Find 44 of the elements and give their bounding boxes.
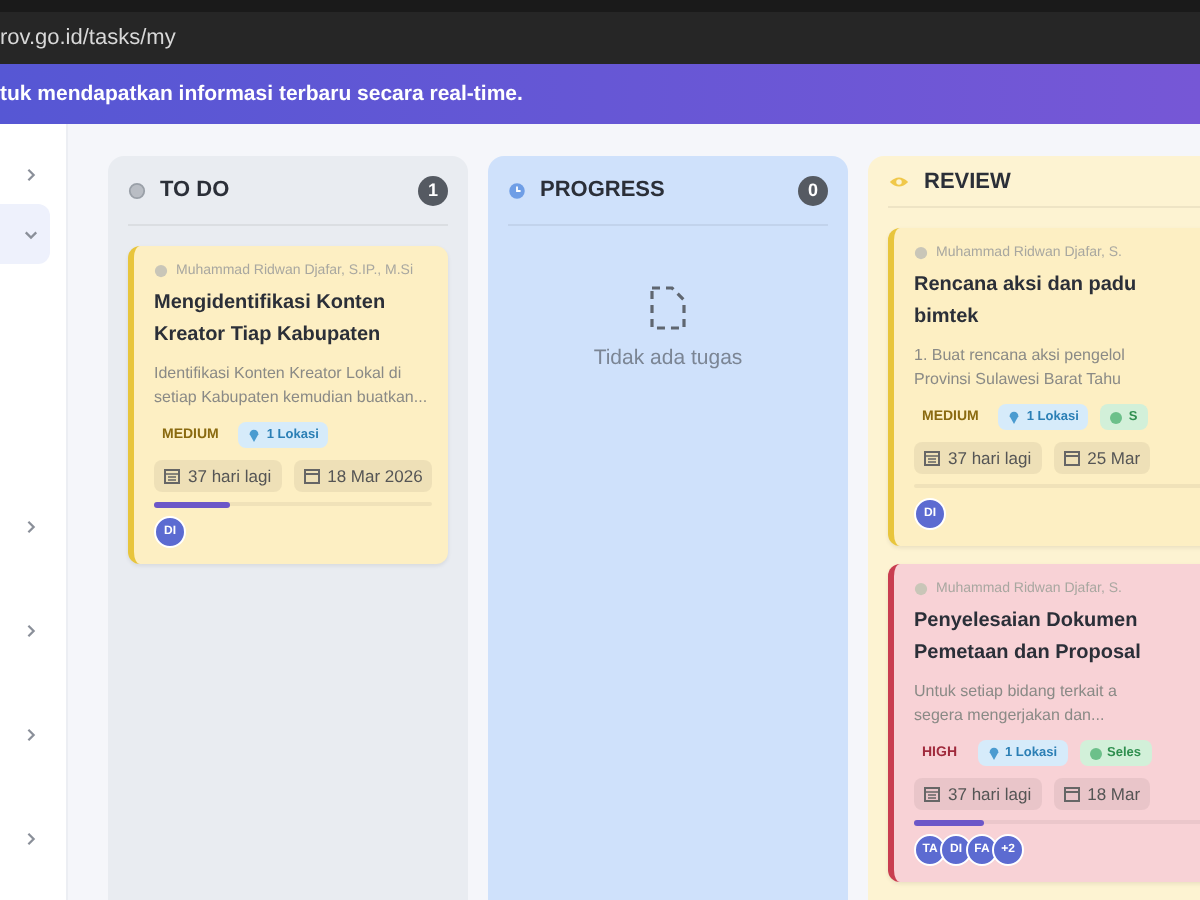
calendar-icon [1063,786,1080,802]
count-badge: 1 [418,175,448,205]
count-badge: 0 [798,175,828,205]
banner-text: tuk mendapatkan informasi terbaru secara real-time. [0,82,523,106]
chevron-right-icon[interactable] [24,167,38,181]
pin-icon [248,428,261,442]
task-title: Mengidentifikasi Konten Kreator Tiap Kabupaten [154,290,388,350]
empty-state-text: Tidak ada tugas [593,346,743,370]
calendar-icon [164,468,180,484]
due-date-chip: 18 Mar 2026 [293,460,433,492]
user-icon [154,264,168,278]
chevron-right-icon[interactable] [24,623,38,637]
calendar-icon [303,468,320,484]
check-circle-icon [1110,411,1123,423]
column-title: PROGRESS [540,178,667,202]
user-icon [914,246,928,260]
due-date-chip: 18 Mar [1053,778,1151,810]
empty-document-icon [650,286,686,330]
column-title: TO DO [160,178,232,202]
circle-icon [128,181,146,199]
days-left-chip: 37 hari lagi [914,778,1042,810]
address-bar-url[interactable]: rov.go.id/tasks/my [0,26,176,50]
days-left-chip: 37 hari lagi [914,442,1042,474]
calendar-icon [1063,450,1080,466]
user-icon [914,582,928,596]
task-description: 1. Buat rencana aksi pengelol Provinsi Sulawesi Barat Tahu [914,344,1127,392]
chevron-right-icon[interactable] [24,831,38,845]
calendar-icon [924,450,940,466]
pin-icon [1008,410,1021,424]
check-circle-icon [1089,747,1102,759]
pin-icon [987,746,999,760]
task-title: Rencana aksi dan padu bimtek [914,272,1139,332]
task-title: Penyelesaian Dokumen Pemetaan dan Proposal [914,608,1143,668]
chevron-right-icon[interactable] [24,519,38,533]
task-description: Untuk setiap bidang terkait a segera mengerjakan dan... [914,680,1119,728]
column-title: REVIEW [924,169,1013,193]
chevron-down-icon[interactable] [24,227,38,241]
due-date-chip: 25 Mar [1053,442,1151,474]
task-description: Identifikasi Konten Kreator Lokal di setiap Kabupaten kemudian buatkan... [154,362,430,410]
chevron-right-icon[interactable] [24,727,38,741]
calendar-icon [924,786,940,802]
clock-icon [508,181,526,199]
days-left-chip: 37 hari lagi [154,460,282,492]
eye-icon [888,173,910,189]
